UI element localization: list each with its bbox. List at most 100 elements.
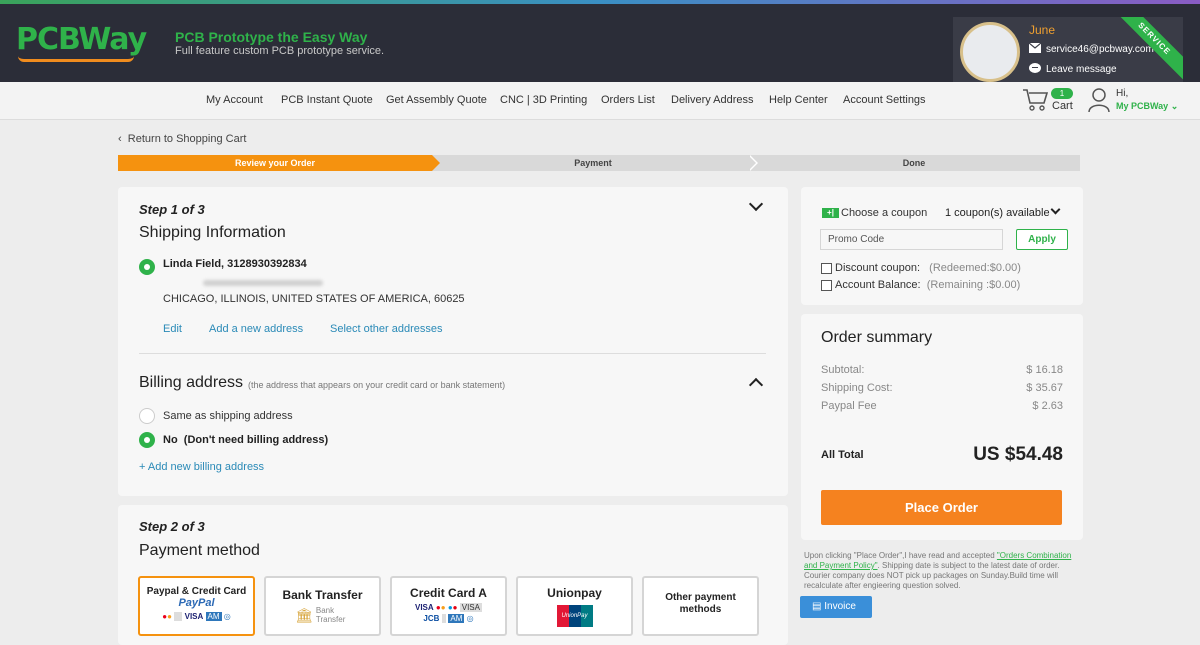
step-2-label: Step 2 of 3 bbox=[139, 519, 205, 534]
subtotal-value: $ 16.18 bbox=[1026, 364, 1063, 376]
chevron-down-icon[interactable] bbox=[1050, 204, 1061, 215]
nav-cnc-3d-printing[interactable]: CNC | 3D Printing bbox=[500, 94, 587, 106]
paypal-logo: PayPal bbox=[178, 597, 215, 609]
nav-delivery-address[interactable]: Delivery Address bbox=[671, 94, 754, 106]
progress-arrow bbox=[748, 155, 756, 171]
avatar bbox=[960, 22, 1020, 82]
shipping-cost-label: Shipping Cost: bbox=[821, 382, 893, 394]
billing-hint: (the address that appears on your credit… bbox=[248, 380, 506, 390]
service-email-text: service46@pcbway.com bbox=[1046, 44, 1154, 55]
shipping-cost-value: $ 35.67 bbox=[1026, 382, 1063, 394]
apply-button[interactable]: Apply bbox=[1016, 229, 1068, 250]
cart-icon bbox=[1023, 89, 1049, 111]
subtotal-label: Subtotal: bbox=[821, 364, 865, 376]
pay-option-label: Credit Card A bbox=[410, 586, 487, 600]
cart-count-badge: 1 bbox=[1051, 88, 1073, 99]
leave-message-text: Leave message bbox=[1046, 64, 1117, 75]
leave-message-link[interactable]: Leave message bbox=[1029, 63, 1117, 75]
bank-transfer-logo: 🏛 Bank Transfer bbox=[266, 606, 379, 624]
progress-step-review: Review your Order bbox=[118, 155, 432, 171]
mail-icon bbox=[1029, 43, 1041, 53]
chat-bubble-icon bbox=[1029, 63, 1041, 73]
paypal-fee-value: $ 2.63 bbox=[1032, 400, 1063, 412]
add-billing-address-link[interactable]: + Add new billing address bbox=[139, 461, 264, 473]
service-email[interactable]: service46@pcbway.com bbox=[1029, 43, 1154, 55]
cart-button[interactable]: 1 Cart bbox=[1022, 85, 1076, 115]
expand-chevron-icon[interactable] bbox=[748, 377, 764, 393]
order-policy-note: Upon clicking "Place Order",I have read … bbox=[804, 551, 1086, 591]
divider bbox=[139, 353, 766, 354]
header: PCBWay PCB Prototype the Easy Way Full f… bbox=[0, 4, 1200, 86]
shipping-billing-card: Step 1 of 3 Shipping Information Linda F… bbox=[118, 187, 788, 496]
pay-option-credit-card-a[interactable]: Credit Card A VISA ●● ●● VISA JCB AM ◎ bbox=[390, 576, 507, 636]
billing-none-radio[interactable] bbox=[139, 432, 155, 448]
tagline: PCB Prototype the Easy Way bbox=[175, 29, 368, 45]
user-menu[interactable]: Hi, My PCBWay ⌄ bbox=[1088, 85, 1188, 115]
card-logos-icon: VISA ●● ●● VISA bbox=[415, 603, 482, 612]
bank-building-icon: 🏛 bbox=[295, 606, 313, 623]
billing-none-label: No (Don't need billing address) bbox=[163, 434, 329, 446]
invoice-label: Invoice bbox=[824, 601, 856, 612]
cart-label: Cart bbox=[1052, 100, 1073, 112]
card-logos-icon: ●● VISA AM ◎ bbox=[162, 612, 231, 621]
document-icon: ▤ bbox=[812, 601, 822, 612]
coupon-icon: +| bbox=[822, 208, 839, 218]
nav-account-settings[interactable]: Account Settings bbox=[843, 94, 926, 106]
return-to-cart-label: Return to Shopping Cart bbox=[127, 133, 247, 145]
billing-same-radio[interactable] bbox=[139, 408, 155, 424]
account-balance-text: Account Balance: bbox=[835, 279, 921, 291]
order-summary-title: Order summary bbox=[821, 329, 933, 346]
account-balance-label: Account Balance: (Remaining :$0.00) bbox=[835, 279, 1020, 291]
service-rep-name: June bbox=[1029, 23, 1056, 37]
shipping-title: Shipping Information bbox=[139, 224, 286, 241]
shipping-name-phone: Linda Field, 3128930392834 bbox=[163, 258, 307, 270]
nav-orders-list[interactable]: Orders List bbox=[601, 94, 655, 106]
collapse-chevron-icon[interactable] bbox=[748, 196, 764, 212]
card-logos-icon: JCB AM ◎ bbox=[423, 614, 474, 623]
paypal-fee-label: Paypal Fee bbox=[821, 400, 877, 412]
all-total-value: US $54.48 bbox=[973, 444, 1063, 465]
logo-swoosh bbox=[18, 56, 134, 62]
add-new-address-link[interactable]: Add a new address bbox=[209, 323, 303, 335]
user-icon bbox=[1088, 88, 1110, 113]
subtagline: Full feature custom PCB prototype servic… bbox=[175, 45, 385, 57]
select-other-addresses-link[interactable]: Select other addresses bbox=[330, 323, 443, 335]
my-pcbway-label: My PCBWay bbox=[1116, 101, 1169, 111]
nav-help-center[interactable]: Help Center bbox=[769, 94, 828, 106]
discount-coupon-value: (Redeemed:$0.00) bbox=[929, 262, 1021, 274]
nav-assembly-quote[interactable]: Get Assembly Quote bbox=[386, 94, 487, 106]
my-pcbway-dropdown[interactable]: My PCBWay ⌄ bbox=[1116, 101, 1178, 112]
invoice-button[interactable]: ▤ Invoice bbox=[800, 596, 872, 618]
payment-title: Payment method bbox=[139, 542, 260, 559]
pcbway-logo[interactable]: PCBWay bbox=[16, 22, 147, 57]
billing-same-label: Same as shipping address bbox=[163, 410, 293, 422]
chevron-down-icon: ⌄ bbox=[1170, 101, 1179, 111]
pay-option-label: Paypal & Credit Card bbox=[146, 586, 247, 597]
pay-option-bank-transfer[interactable]: Bank Transfer 🏛 Bank Transfer bbox=[264, 576, 381, 636]
greeting: Hi, bbox=[1116, 88, 1129, 99]
choose-coupon-label[interactable]: Choose a coupon bbox=[841, 207, 927, 219]
nav-pcb-instant-quote[interactable]: PCB Instant Quote bbox=[281, 94, 373, 106]
nav-my-account[interactable]: My Account bbox=[206, 94, 263, 106]
shipping-address-line: CHICAGO, ILLINOIS, UNITED STATES OF AMER… bbox=[163, 293, 465, 305]
shipping-address-radio[interactable] bbox=[139, 259, 155, 275]
discount-coupon-checkbox[interactable] bbox=[821, 263, 832, 274]
all-total-label: All Total bbox=[821, 449, 864, 461]
pay-option-other[interactable]: Other payment methods bbox=[642, 576, 759, 636]
place-order-button[interactable]: Place Order bbox=[821, 490, 1062, 525]
account-balance-value: (Remaining :$0.00) bbox=[926, 279, 1021, 291]
progress-step-done: Done bbox=[902, 158, 926, 168]
pay-option-paypal-credit[interactable]: Paypal & Credit Card PayPal ●● VISA AM ◎ bbox=[138, 576, 255, 636]
coupons-available[interactable]: 1 coupon(s) available bbox=[945, 207, 1050, 219]
promo-code-input[interactable]: Promo Code bbox=[820, 229, 1003, 250]
return-to-cart-link[interactable]: ‹ Return to Shopping Cart bbox=[118, 133, 246, 145]
edit-address-link[interactable]: Edit bbox=[163, 323, 182, 335]
chevron-left-icon: ‹ bbox=[118, 133, 122, 145]
service-rep-box: June service46@pcbway.com Leave message … bbox=[953, 17, 1183, 86]
note-text-pre: Upon clicking "Place Order",I have read … bbox=[804, 551, 997, 560]
account-balance-checkbox[interactable] bbox=[821, 280, 832, 291]
main-nav: My Account PCB Instant Quote Get Assembl… bbox=[0, 82, 1200, 120]
pay-option-unionpay[interactable]: Unionpay UnionPay bbox=[516, 576, 633, 636]
redacted-street-line bbox=[203, 280, 323, 286]
step-1-label: Step 1 of 3 bbox=[139, 202, 205, 217]
